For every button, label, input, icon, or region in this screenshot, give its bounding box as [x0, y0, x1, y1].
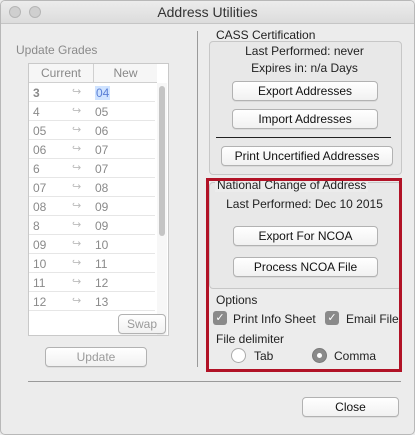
arrow-icon: ↪: [72, 257, 82, 269]
print-info-sheet-checkbox[interactable]: ✓: [213, 311, 227, 325]
update-grades-label: Update Grades: [16, 43, 98, 57]
arrow-icon: ↪: [72, 219, 82, 231]
arrow-icon: ↪: [72, 105, 82, 117]
table-row[interactable]: 4 ↪ 05: [29, 102, 155, 121]
cass-divider: [216, 137, 391, 138]
current-grade: 06: [33, 143, 47, 157]
current-grade: 3: [33, 86, 40, 100]
grades-table: Current New 3 ↪ 04 4 ↪ 05 05 ↪ 06 06 ↪ 07 6 ↪ 07 0…: [28, 63, 169, 336]
new-grade-input[interactable]: 05: [95, 105, 108, 119]
new-grade-input[interactable]: 07: [95, 162, 108, 176]
current-grade: 11: [33, 276, 46, 290]
arrow-icon: ↪: [72, 181, 82, 193]
arrow-icon: ↪: [72, 143, 82, 155]
new-grade-input[interactable]: 10: [95, 238, 108, 252]
new-grade-input[interactable]: 09: [95, 200, 108, 214]
email-file-checkbox[interactable]: ✓: [325, 311, 339, 325]
file-delimiter-label: File delimiter: [216, 332, 285, 346]
table-row[interactable]: 09 ↪ 10: [29, 235, 155, 254]
table-row[interactable]: 07 ↪ 08: [29, 178, 155, 197]
table-row[interactable]: 3 ↪ 04: [29, 83, 155, 102]
new-grade-input[interactable]: 13: [95, 295, 108, 309]
arrow-icon: ↪: [72, 295, 82, 307]
new-grade-input[interactable]: 06: [95, 124, 108, 138]
table-row[interactable]: 12 ↪ 13: [29, 292, 155, 311]
ncoa-last-performed: Last Performed: Dec 10 2015: [226, 197, 383, 211]
current-grade: 05: [33, 124, 47, 138]
vertical-divider: [197, 31, 198, 367]
current-grade: 08: [33, 200, 47, 214]
new-grade-input[interactable]: 07: [95, 143, 108, 157]
update-button[interactable]: Update: [45, 347, 147, 367]
new-grade-input[interactable]: 09: [95, 219, 108, 233]
new-grade-input[interactable]: 04: [95, 86, 111, 100]
ncoa-label: National Change of Address: [215, 178, 369, 192]
arrow-icon: ↪: [72, 200, 82, 212]
import-addresses-button[interactable]: Import Addresses: [232, 109, 378, 129]
new-grade-input[interactable]: 11: [95, 257, 107, 271]
current-grade: 10: [33, 257, 47, 271]
swap-button[interactable]: Swap: [118, 314, 166, 334]
cass-last-performed: Last Performed: never: [245, 44, 364, 58]
comma-radio[interactable]: [312, 348, 327, 363]
current-grade: 09: [33, 238, 47, 252]
options-label: Options: [216, 293, 258, 307]
export-addresses-button[interactable]: Export Addresses: [232, 81, 378, 101]
current-grade: 07: [33, 181, 47, 195]
new-grade-input[interactable]: 12: [95, 276, 108, 290]
arrow-icon: ↪: [72, 124, 82, 136]
arrow-icon: ↪: [72, 162, 82, 174]
new-grade-input[interactable]: 08: [95, 181, 108, 195]
table-row[interactable]: 8 ↪ 09: [29, 216, 155, 235]
close-button[interactable]: Close: [302, 397, 399, 417]
arrow-icon: ↪: [72, 238, 82, 250]
cass-certification-label: CASS Certification: [216, 28, 316, 42]
bottom-divider: [28, 381, 401, 382]
titlebar: Address Utilities: [1, 1, 414, 24]
export-for-ncoa-button[interactable]: Export For NCOA: [233, 226, 378, 246]
email-file-label: Email File: [346, 312, 399, 326]
process-ncoa-file-button[interactable]: Process NCOA File: [233, 257, 378, 277]
tab-radio[interactable]: [231, 348, 246, 363]
column-header-current: Current: [29, 64, 94, 83]
table-row[interactable]: 08 ↪ 09: [29, 197, 155, 216]
arrow-icon: ↪: [72, 276, 82, 288]
print-info-sheet-label: Print Info Sheet: [233, 312, 316, 326]
current-grade: 4: [33, 105, 40, 119]
current-grade: 12: [33, 295, 47, 309]
current-grade: 6: [33, 162, 40, 176]
current-grade: 8: [33, 219, 40, 233]
scrollbar-thumb[interactable]: [159, 86, 165, 236]
table-row[interactable]: 10 ↪ 11: [29, 254, 155, 273]
table-row[interactable]: 05 ↪ 06: [29, 121, 155, 140]
arrow-icon: ↪: [72, 86, 82, 98]
cass-expires: Expires in: n/a Days: [251, 61, 358, 75]
table-row[interactable]: 06 ↪ 07: [29, 140, 155, 159]
print-uncertified-button[interactable]: Print Uncertified Addresses: [221, 146, 393, 166]
address-utilities-window: Address Utilities Update Grades Current …: [0, 0, 415, 435]
table-row[interactable]: 6 ↪ 07: [29, 159, 155, 178]
column-header-new: New: [94, 64, 157, 83]
table-row[interactable]: 11 ↪ 12: [29, 273, 155, 292]
window-title: Address Utilities: [157, 4, 258, 20]
comma-radio-label: Comma: [334, 349, 377, 363]
tab-radio-label: Tab: [254, 349, 274, 363]
